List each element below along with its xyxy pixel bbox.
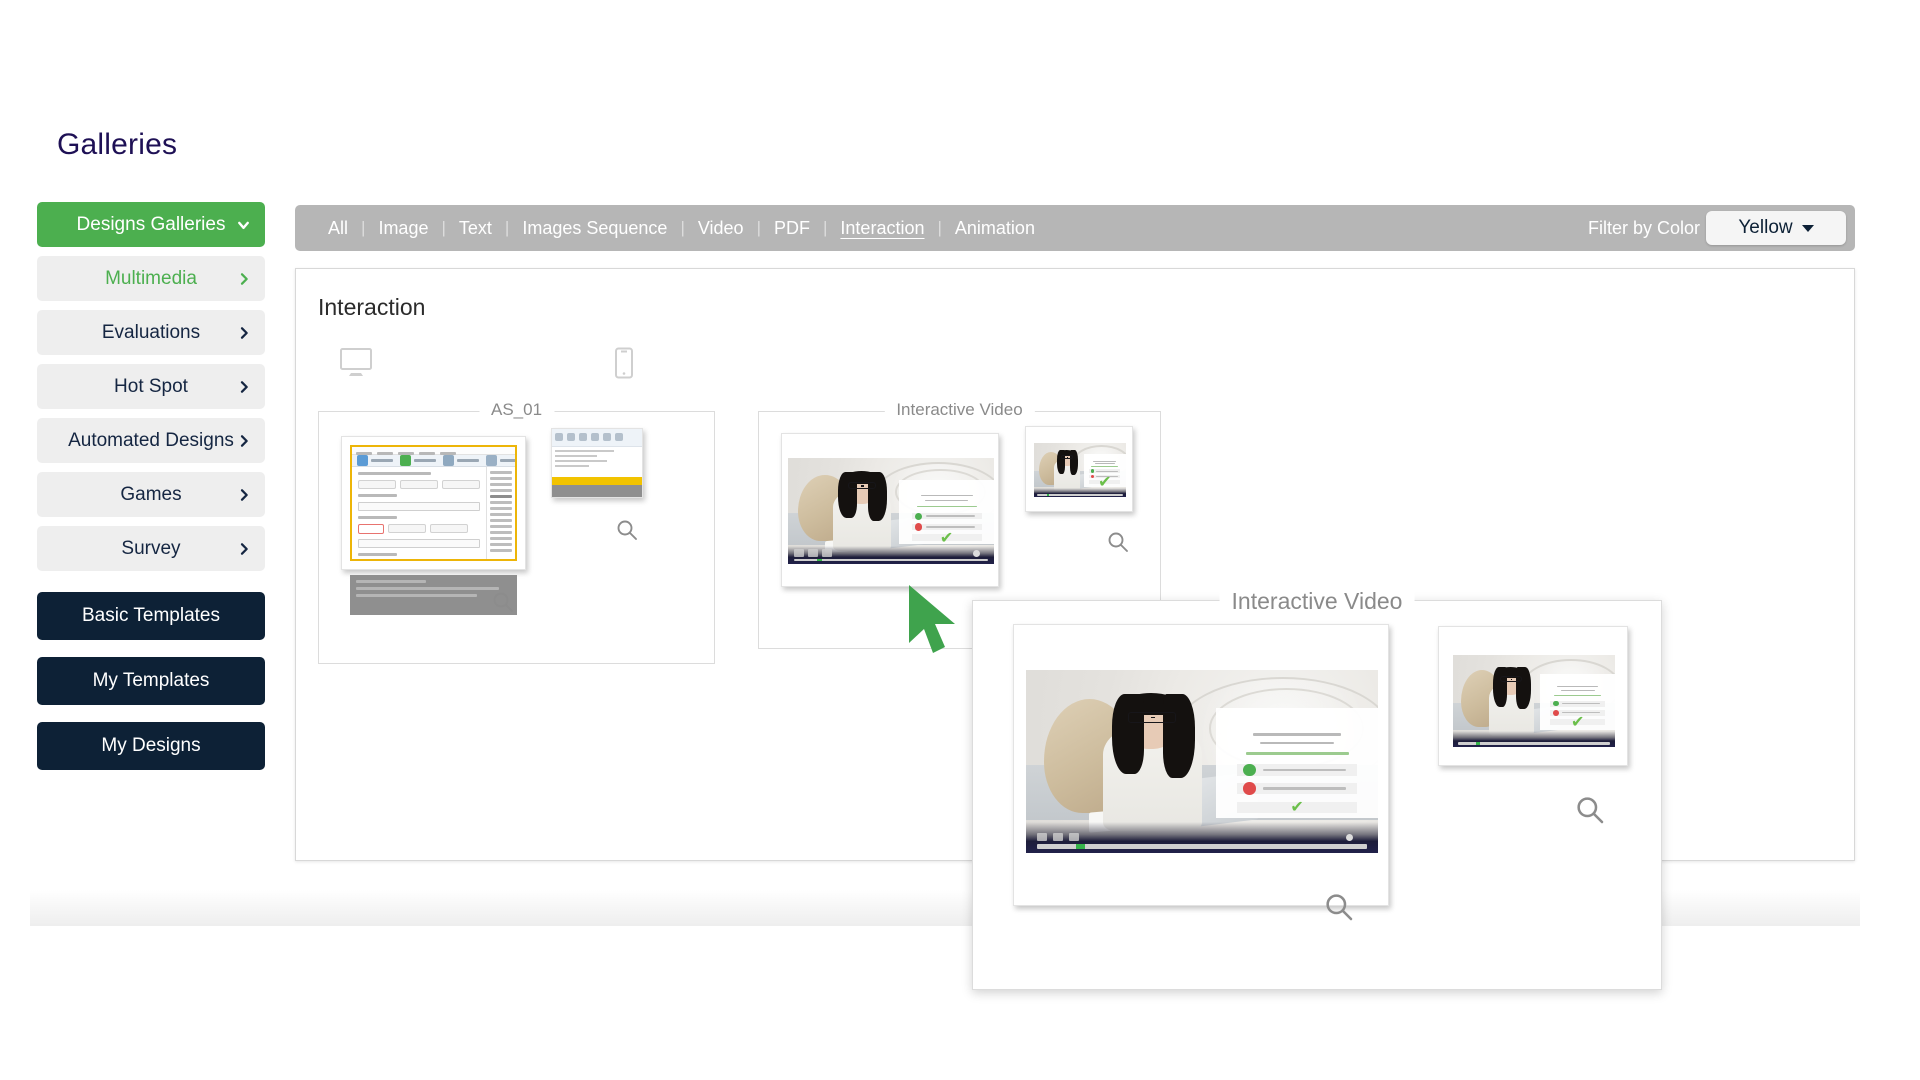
desktop-icon[interactable] <box>339 347 373 382</box>
chevron-right-icon <box>236 487 252 503</box>
sidebar: Designs Galleries Multimedia Evaluations… <box>37 202 265 787</box>
preview-toolbar <box>352 454 515 467</box>
preview-body <box>352 466 515 559</box>
magnifier-icon[interactable] <box>1574 794 1606 831</box>
magnifier-icon[interactable] <box>491 590 515 619</box>
sidebar-button-label: My Templates <box>92 670 210 691</box>
template-thumbnail-primary[interactable] <box>341 436 526 615</box>
sidebar-item-designs-galleries[interactable]: Designs Galleries <box>37 202 265 247</box>
video-preview: ✔ <box>788 458 994 564</box>
sidebar-button-label: My Designs <box>101 735 201 756</box>
sidebar-item-label: Evaluations <box>101 321 201 343</box>
sidebar-item-label: Games <box>120 483 182 505</box>
chevron-down-icon <box>235 216 252 233</box>
filter-tab-animation[interactable]: Animation <box>942 218 1048 239</box>
color-filter-label: Filter by Color <box>1587 217 1700 238</box>
color-filter-dropdown[interactable]: Yellow <box>1706 211 1846 245</box>
sidebar-item-label: Multimedia <box>105 267 197 289</box>
chevron-right-icon <box>236 325 252 341</box>
app-root: Galleries Designs Galleries Multimedia E… <box>0 0 1920 1080</box>
preview-sidelist <box>486 466 515 559</box>
template-thumbnail-primary[interactable]: ✔ <box>781 433 999 587</box>
sidebar-button-label: Basic Templates <box>82 605 220 626</box>
filter-tab-text[interactable]: Text <box>446 218 505 239</box>
magnifier-icon[interactable] <box>1323 891 1355 928</box>
filter-tab-pdf[interactable]: PDF <box>761 218 823 239</box>
caret-down-icon <box>1801 224 1814 232</box>
filter-tab-image[interactable]: Image <box>365 218 441 239</box>
sidebar-item-evaluations[interactable]: Evaluations <box>37 310 265 355</box>
preview-popup-interactive-video[interactable]: Interactive Video ✔ ✔ <box>972 588 1662 990</box>
filter-tab-interaction[interactable]: Interaction <box>827 218 937 239</box>
sidebar-divider <box>37 580 265 592</box>
video-progress-bar[interactable] <box>794 558 988 562</box>
sidebar-item-hot-spot[interactable]: Hot Spot <box>37 364 265 409</box>
color-filter-value: Yellow <box>1738 217 1793 238</box>
filter-tab-images-sequence[interactable]: Images Sequence <box>509 218 680 239</box>
sidebar-button-my-designs[interactable]: My Designs <box>37 722 265 770</box>
mobile-icon[interactable] <box>614 347 634 384</box>
gallery-card-as01[interactable]: AS_01 <box>318 400 715 664</box>
chevron-right-icon <box>236 271 252 287</box>
device-icon-row <box>314 347 734 391</box>
color-filter-group: Filter by Color Yellow <box>1588 211 1855 245</box>
page-title: Galleries <box>57 128 178 161</box>
video-progress-bar[interactable] <box>1036 843 1368 849</box>
thumbnail-preview-as01 <box>350 445 517 561</box>
sidebar-item-label: Designs Galleries <box>76 213 226 235</box>
sidebar-item-multimedia[interactable]: Multimedia <box>37 256 265 301</box>
video-preview-large: ✔ <box>1026 670 1378 853</box>
thumbnail-preview-as01-small <box>552 429 642 497</box>
magnifier-icon[interactable] <box>1106 530 1130 559</box>
filter-tab-all[interactable]: All <box>315 218 361 239</box>
sidebar-item-automated-designs[interactable]: Automated Designs <box>37 418 265 463</box>
video-quiz-overlay: ✔ <box>899 480 994 547</box>
sidebar-button-basic-templates[interactable]: Basic Templates <box>37 592 265 640</box>
preview-menubar <box>352 447 515 455</box>
sidebar-item-label: Automated Designs <box>68 429 234 451</box>
video-controls[interactable] <box>788 545 994 564</box>
video-controls[interactable] <box>1026 821 1378 853</box>
sidebar-button-my-templates[interactable]: My Templates <box>37 657 265 705</box>
filter-tab-list: All | Image | Text | Images Sequence | V… <box>295 218 1048 239</box>
template-thumbnail-secondary[interactable]: ✔ <box>1025 426 1133 512</box>
chevron-right-icon <box>236 541 252 557</box>
sidebar-item-games[interactable]: Games <box>37 472 265 517</box>
sidebar-item-label: Survey <box>121 537 181 559</box>
filter-tab-video[interactable]: Video <box>685 218 757 239</box>
video-progress-knob[interactable] <box>1076 843 1085 849</box>
video-preview-small: ✔ <box>1034 443 1126 497</box>
popup-thumbnail-secondary[interactable]: ✔ <box>1438 626 1628 766</box>
video-quiz-overlay: ✔ <box>1216 708 1378 819</box>
content-heading: Interaction <box>318 294 426 320</box>
sidebar-item-label: Hot Spot <box>114 375 188 397</box>
chevron-right-icon <box>236 433 252 449</box>
popup-legend: Interactive Video <box>1219 588 1415 615</box>
sidebar-item-survey[interactable]: Survey <box>37 526 265 571</box>
magnifier-icon[interactable] <box>615 518 639 547</box>
filter-bar: All | Image | Text | Images Sequence | V… <box>295 205 1855 251</box>
video-preview-small: ✔ <box>1453 655 1615 747</box>
gallery-card-legend: AS_01 <box>478 400 555 420</box>
video-progress-knob[interactable] <box>817 558 823 562</box>
mouse-pointer <box>905 583 967 666</box>
preview-form <box>352 467 486 559</box>
chevron-right-icon <box>236 379 252 395</box>
popup-thumbnail-primary[interactable]: ✔ <box>1013 624 1389 906</box>
template-thumbnail-secondary[interactable] <box>551 428 643 498</box>
gallery-card-legend: Interactive Video <box>884 400 1035 420</box>
